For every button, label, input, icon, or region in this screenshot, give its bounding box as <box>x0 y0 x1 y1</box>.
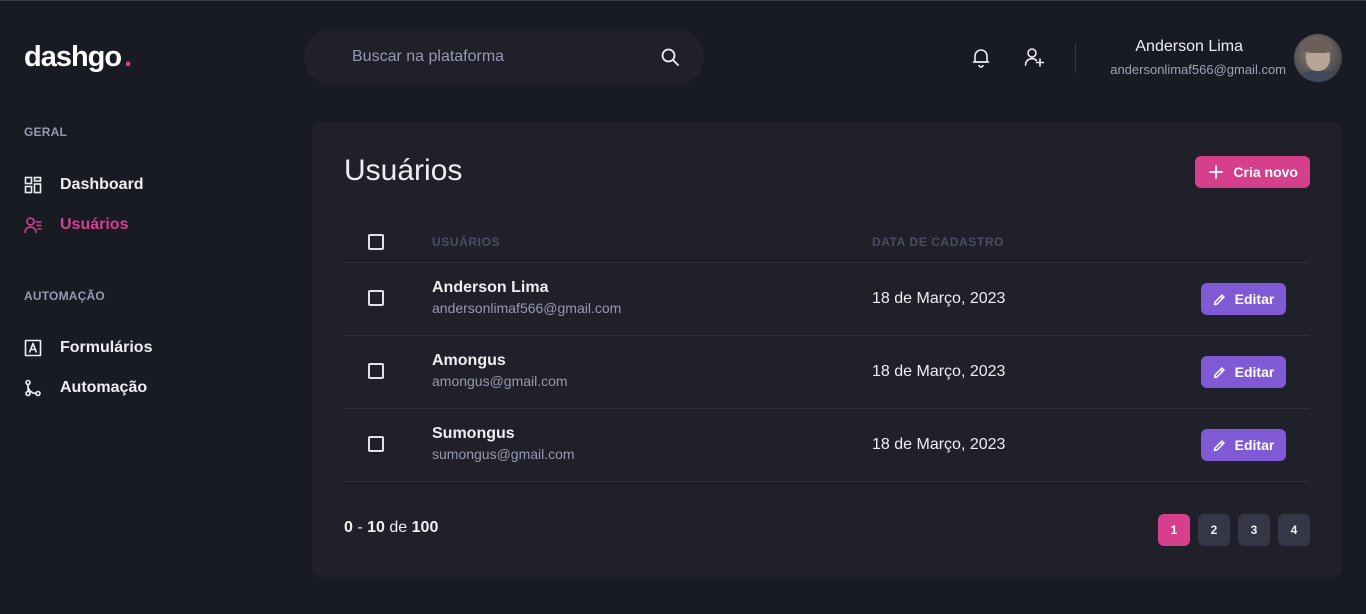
sidebar-item-dashboard[interactable]: Dashboard <box>24 176 144 194</box>
logo-dot: . <box>124 41 132 73</box>
avatar-shoulders <box>1296 70 1340 82</box>
user-row-email: sumongus@gmail.com <box>432 446 575 462</box>
sidebar-item-automacao[interactable]: Automação <box>24 379 147 397</box>
column-header-date: DATA DE CADASTRO <box>872 235 1005 249</box>
sidebar-item-label: Automação <box>60 379 148 396</box>
row-checkbox[interactable] <box>368 363 384 379</box>
user-email: andersonlimaf566@gmail.com <box>1110 62 1286 77</box>
user-row-date: 18 de Março, 2023 <box>872 363 1006 380</box>
pagination-dash: - <box>357 519 363 536</box>
bell-icon[interactable] <box>970 46 992 68</box>
create-new-button[interactable]: Cria novo <box>1195 156 1310 188</box>
pagination-from: 0 <box>344 519 353 536</box>
user-row-date: 18 de Março, 2023 <box>872 290 1006 307</box>
pagination-to: 10 <box>367 519 385 536</box>
column-header-users: USUÁRIOS <box>432 235 501 249</box>
row-divider <box>344 408 1309 409</box>
avatar[interactable] <box>1294 34 1342 82</box>
pagination-of: de <box>389 519 408 536</box>
edit-label: Editar <box>1234 291 1275 307</box>
edit-button[interactable]: Editar <box>1201 429 1286 461</box>
sidebar-item-label: Formulários <box>60 339 153 356</box>
users-card: Usuários Cria novo USUÁRIOS DATA DE CADA… <box>312 122 1342 577</box>
edit-label: Editar <box>1234 364 1275 380</box>
user-row-name: Amongus <box>432 352 506 369</box>
sidebar-item-label: Usuários <box>60 216 129 233</box>
pencil-icon <box>1213 439 1226 452</box>
search-icon[interactable] <box>660 47 680 67</box>
row-divider <box>344 481 1309 482</box>
row-checkbox[interactable] <box>368 290 384 306</box>
edit-button[interactable]: Editar <box>1201 283 1286 315</box>
pencil-icon <box>1213 366 1226 379</box>
search-input[interactable] <box>352 48 660 66</box>
logo-text: dashgo <box>24 41 122 73</box>
header-divider <box>1075 43 1076 73</box>
plus-icon <box>1209 165 1224 179</box>
user-row-name: Anderson Lima <box>432 279 549 296</box>
user-row-email: amongus@gmail.com <box>432 373 568 389</box>
user-row-email: andersonlimaf566@gmail.com <box>432 300 622 316</box>
sidebar-section-automacao: AUTOMAÇÃO <box>24 289 105 303</box>
row-divider <box>344 335 1309 336</box>
logo[interactable]: dashgo. <box>24 41 132 74</box>
page-button-2[interactable]: 2 <box>1198 514 1230 546</box>
row-divider <box>344 262 1309 263</box>
page-button-1[interactable]: 1 <box>1158 514 1190 546</box>
page-title: Usuários <box>344 154 463 187</box>
pagination-total: 100 <box>411 519 439 536</box>
row-checkbox[interactable] <box>368 436 384 452</box>
users-icon <box>24 216 42 234</box>
user-plus-icon[interactable] <box>1023 46 1045 68</box>
sidebar-item-formularios[interactable]: Formulários <box>24 339 152 357</box>
sidebar-item-usuarios[interactable]: Usuários <box>24 216 128 234</box>
edit-label: Editar <box>1234 437 1275 453</box>
select-all-checkbox[interactable] <box>368 234 384 250</box>
automation-icon <box>24 379 42 397</box>
pagination-info: 0 - 10 de 100 <box>344 519 438 537</box>
create-new-label: Cria novo <box>1233 164 1298 180</box>
user-name: Anderson Lima <box>1135 38 1243 55</box>
sidebar-section-geral: GERAL <box>24 125 67 139</box>
page-button-3[interactable]: 3 <box>1238 514 1270 546</box>
avatar-hair <box>1303 39 1333 53</box>
search-bar[interactable] <box>304 29 704 85</box>
user-row-date: 18 de Março, 2023 <box>872 436 1006 453</box>
sidebar-item-label: Dashboard <box>60 176 144 193</box>
edit-button[interactable]: Editar <box>1201 356 1286 388</box>
user-row-name: Sumongus <box>432 425 515 442</box>
page-button-4[interactable]: 4 <box>1278 514 1310 546</box>
form-icon <box>24 339 42 357</box>
dashboard-icon <box>24 176 42 194</box>
pencil-icon <box>1213 293 1226 306</box>
